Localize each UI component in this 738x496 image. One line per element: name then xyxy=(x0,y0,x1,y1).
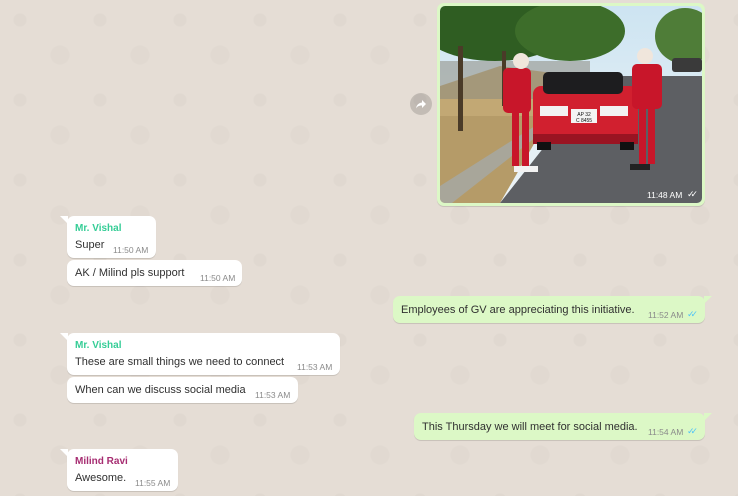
message-time: 11:54 AM xyxy=(648,427,684,437)
message-time: 11:53 AM xyxy=(255,390,291,400)
message-text: Awesome. xyxy=(75,472,127,484)
message-text: This Thursday we will meet for social me… xyxy=(422,421,638,433)
sender-name: Milind Ravi xyxy=(75,456,128,467)
message-time: 11:55 AM xyxy=(135,478,171,488)
forward-button[interactable] xyxy=(410,93,432,115)
bubble-tail xyxy=(60,333,68,341)
message-text: These are small things we need to connec… xyxy=(75,356,285,368)
bubble-tail xyxy=(704,413,712,421)
message-time: 11:50 AM xyxy=(200,273,236,283)
sender-name: Mr. Vishal xyxy=(75,340,122,351)
bubble-tail xyxy=(60,449,68,457)
outgoing-message[interactable]: This Thursday we will meet for social me… xyxy=(414,413,712,440)
message-time: 11:50 AM xyxy=(113,245,149,255)
message-time: 11:52 AM xyxy=(648,310,684,320)
message-text: AK / Milind pls support xyxy=(75,267,185,279)
incoming-message[interactable]: Mr. Vishal Super 11:50 AM xyxy=(60,216,156,258)
sender-name: Mr. Vishal xyxy=(75,223,122,234)
read-receipt-icon: ✓✓ xyxy=(687,426,698,436)
bubble-tail xyxy=(60,216,68,224)
svg-text:C 8455: C 8455 xyxy=(576,118,592,124)
incoming-message[interactable]: AK / Milind pls support 11:50 AM xyxy=(67,260,242,286)
read-receipt-icon: ✓✓ xyxy=(687,189,698,199)
message-text: Super xyxy=(75,239,105,251)
bubble-tail xyxy=(704,296,712,304)
message-text: When can we discuss social media xyxy=(75,384,246,396)
message-time: 11:53 AM xyxy=(297,362,333,372)
message-text: Employees of GV are appreciating this in… xyxy=(401,304,635,316)
message-photo[interactable]: AP 32 C 8455 11:48 AM ✓✓ xyxy=(440,6,702,203)
read-receipt-icon: ✓✓ xyxy=(687,309,698,319)
incoming-message[interactable]: Mr. Vishal These are small things we nee… xyxy=(60,333,340,375)
incoming-message[interactable]: When can we discuss social media 11:53 A… xyxy=(67,377,298,403)
photo-message[interactable]: AP 32 C 8455 11:48 AM ✓✓ xyxy=(437,3,705,206)
outgoing-message[interactable]: Employees of GV are appreciating this in… xyxy=(393,296,712,323)
message-time: 11:48 AM xyxy=(647,190,683,200)
photo-image: AP 32 C 8455 xyxy=(440,6,702,203)
incoming-message[interactable]: Milind Ravi Awesome. 11:55 AM xyxy=(60,449,178,491)
forward-arrow-icon xyxy=(416,100,426,109)
